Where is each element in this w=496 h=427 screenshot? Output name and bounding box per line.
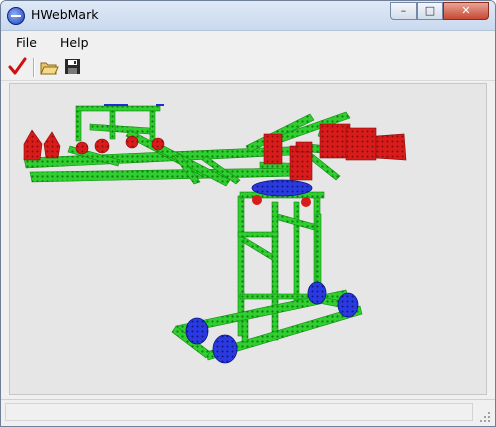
status-bar — [1, 399, 495, 426]
save-disk-icon — [65, 59, 80, 74]
minimize-button[interactable]: – — [390, 2, 417, 20]
boom-top-markers — [104, 104, 164, 106]
toolbar-separator — [33, 58, 35, 77]
crane-model-3d — [23, 104, 407, 364]
app-globe-icon[interactable] — [7, 7, 25, 25]
3d-viewport[interactable] — [9, 83, 487, 395]
turntable — [251, 179, 313, 207]
menu-bar: File Help — [1, 31, 495, 53]
toolbar — [1, 54, 495, 81]
maximize-button[interactable]: □ — [417, 2, 443, 20]
title-bar[interactable]: HWebMark – □ ✕ — [1, 1, 495, 31]
open-button[interactable] — [38, 56, 60, 78]
save-button[interactable] — [62, 56, 84, 78]
status-panel — [5, 403, 473, 421]
app-window: HWebMark – □ ✕ File Help — [0, 0, 496, 427]
menu-file[interactable]: File — [16, 35, 37, 50]
menu-help[interactable]: Help — [60, 35, 89, 50]
window-title: HWebMark — [31, 7, 99, 22]
checkmark-button[interactable] — [7, 56, 29, 78]
open-folder-icon — [40, 62, 59, 75]
resize-grip-icon[interactable] — [479, 411, 491, 423]
checkmark-icon — [8, 57, 27, 75]
close-button[interactable]: ✕ — [443, 2, 489, 20]
